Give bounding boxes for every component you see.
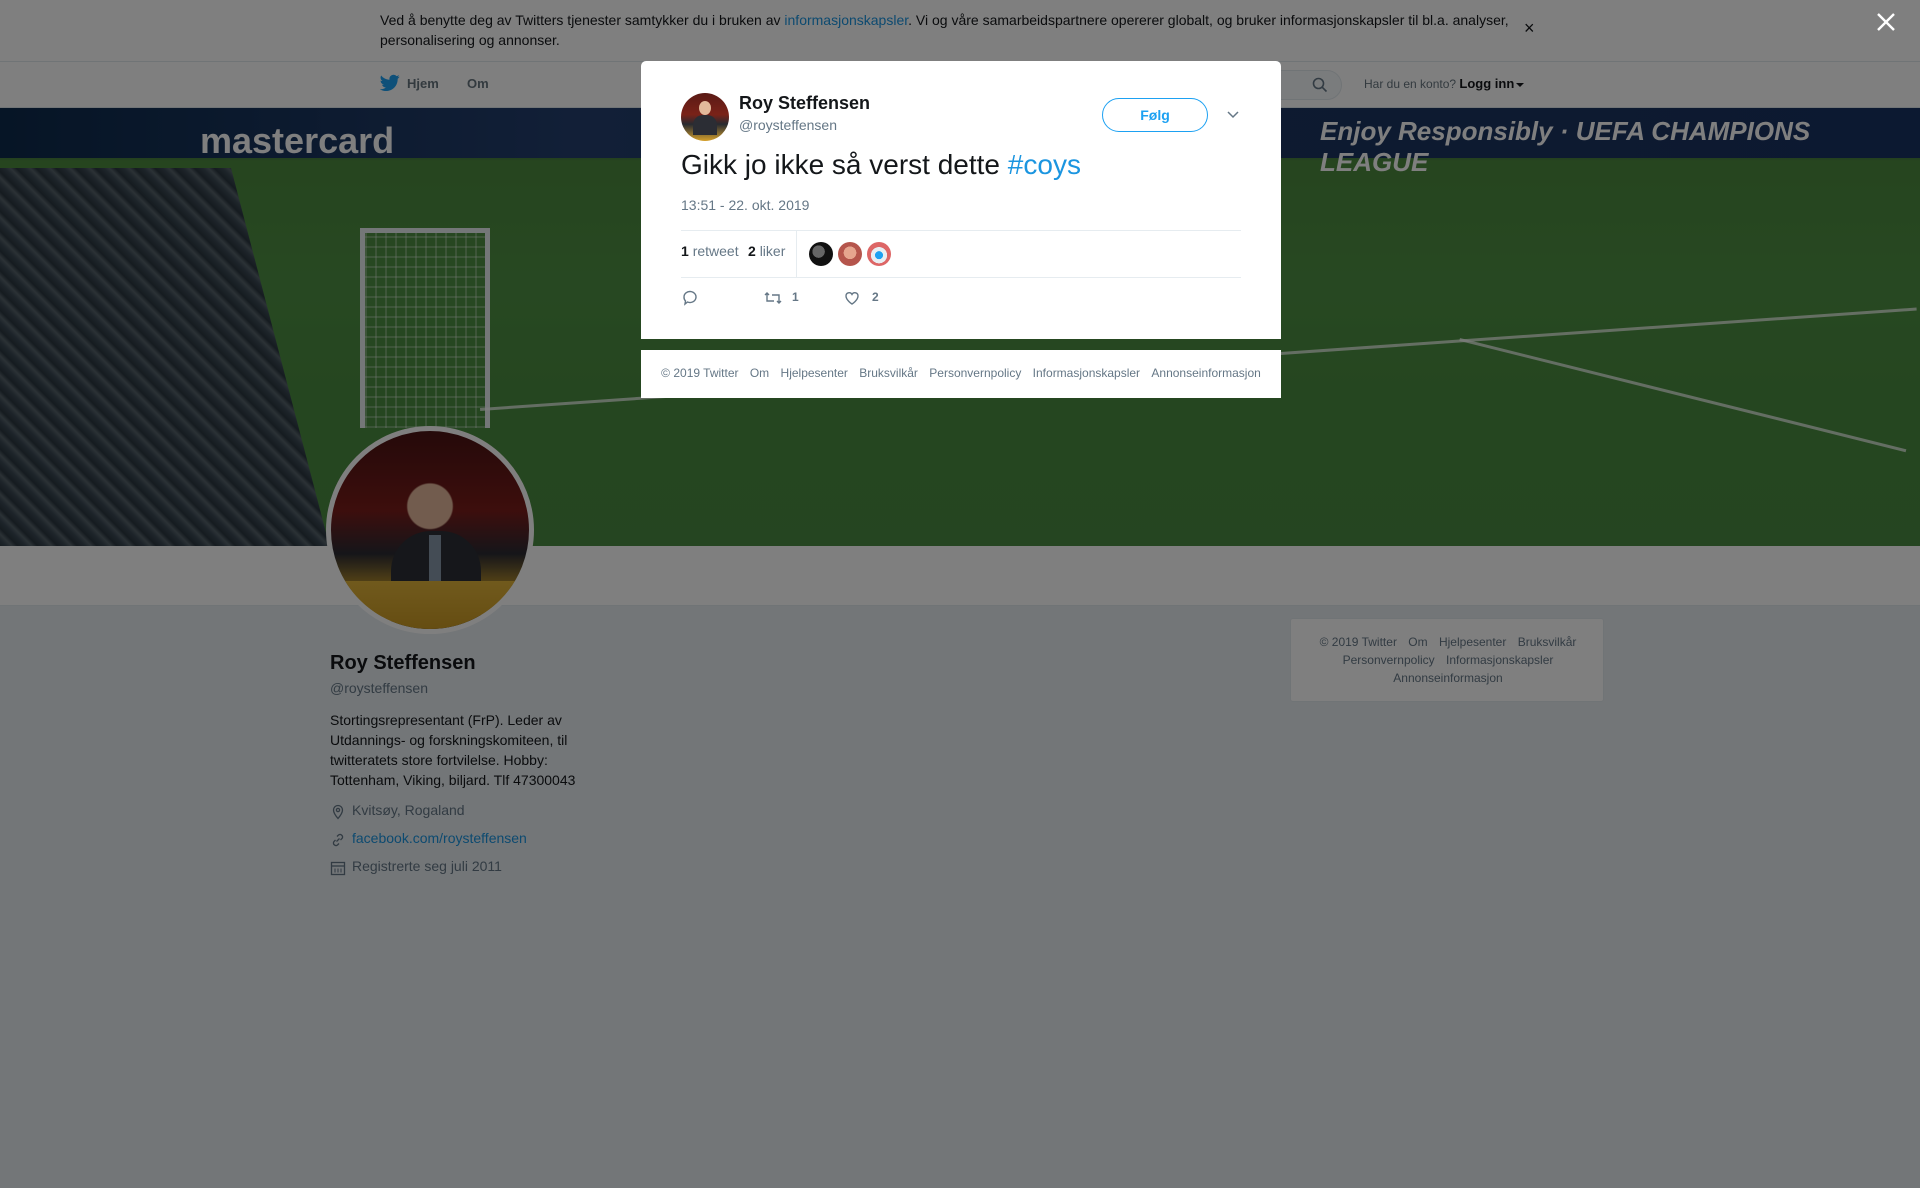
tweet-avatar-face — [699, 101, 711, 115]
modal-footer-cookies[interactable]: Informasjonskapsler — [1033, 366, 1140, 380]
tweet-text-body: Gikk jo ikke så verst dette — [681, 149, 1008, 180]
stats-divider — [796, 231, 797, 278]
retweet-stat-count: 1 — [681, 243, 689, 259]
modal-footer: © 2019 Twitter Om Hjelpesenter Bruksvilk… — [641, 350, 1281, 398]
chevron-down-icon[interactable] — [1226, 107, 1240, 121]
tweet-timestamp[interactable]: 13:51 - 22. okt. 2019 — [681, 197, 809, 213]
tweet-divider — [681, 277, 1241, 278]
modal-footer-privacy[interactable]: Personvernpolicy — [929, 366, 1021, 380]
retweet-stat-label: retweet — [692, 243, 739, 259]
modal-footer-help[interactable]: Hjelpesenter — [781, 366, 848, 380]
tweet-author-handle[interactable]: @roysteffensen — [739, 117, 837, 133]
tweet-text: Gikk jo ikke så verst dette #coys — [681, 149, 1081, 181]
modal-footer-terms[interactable]: Bruksvilkår — [859, 366, 918, 380]
tweet-hashtag-link[interactable]: #coys — [1008, 149, 1081, 180]
heart-icon[interactable] — [843, 289, 861, 307]
tweet-avatar-body — [693, 115, 717, 135]
liker-avatar[interactable] — [809, 242, 833, 266]
tweet-author-avatar[interactable] — [681, 93, 729, 141]
like-action-count: 2 — [872, 290, 879, 304]
close-icon[interactable] — [1876, 12, 1896, 32]
like-stat[interactable]: 2 liker — [748, 243, 785, 259]
tweet-author-name[interactable]: Roy Steffensen — [739, 93, 870, 114]
modal-footer-ads-info[interactable]: Annonseinformasjon — [1151, 366, 1260, 380]
tweet-divider — [681, 230, 1241, 231]
retweet-icon[interactable] — [763, 289, 783, 307]
liker-avatar[interactable] — [867, 242, 891, 266]
retweet-stat[interactable]: 1 retweet — [681, 243, 739, 259]
like-stat-count: 2 — [748, 243, 756, 259]
like-stat-label: liker — [759, 243, 786, 259]
tweet-modal: Roy Steffensen @roysteffensen Følg Gikk … — [641, 61, 1281, 339]
follow-button[interactable]: Følg — [1102, 98, 1208, 132]
modal-footer-links: © 2019 Twitter Om Hjelpesenter Bruksvilk… — [641, 366, 1281, 380]
reply-icon[interactable] — [681, 289, 699, 307]
modal-footer-copyright: © 2019 Twitter — [661, 366, 739, 380]
modal-footer-about[interactable]: Om — [750, 366, 769, 380]
liker-avatar[interactable] — [838, 242, 862, 266]
retweet-action-count: 1 — [792, 290, 799, 304]
